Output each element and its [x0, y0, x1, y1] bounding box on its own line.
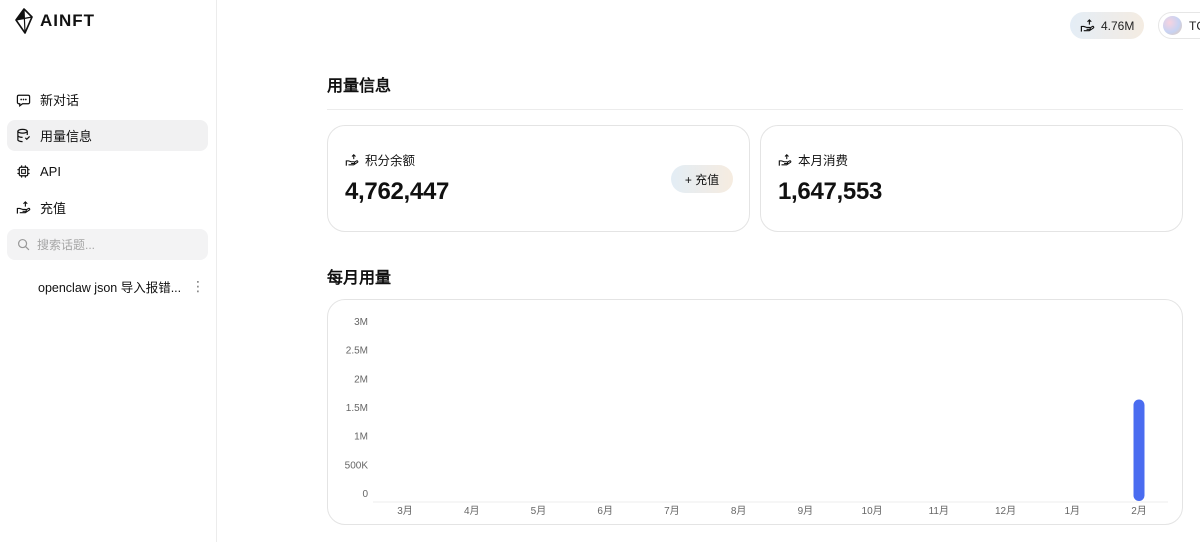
brand-name: AINFT: [40, 11, 96, 30]
app-root: AINFT 新对话 用量信息 API 充值 搜索话题... openclaw j…: [0, 0, 1200, 542]
y-tick-label: 1.5M: [346, 403, 368, 414]
monthly-spend-value: 1,647,553: [778, 178, 883, 205]
credit-balance-value: 4,762,447: [345, 178, 450, 205]
ainft-logo-icon: [15, 8, 33, 34]
user-menu[interactable]: TC: [1158, 12, 1200, 39]
card-label-row: 本月消费: [778, 150, 848, 169]
y-tick-label: 500K: [345, 460, 369, 471]
x-tick-label: 4月: [464, 505, 480, 517]
monthly-spend-card: 本月消费 1,647,553: [760, 125, 1183, 232]
card-label-row: 积分余额: [345, 150, 415, 169]
y-tick-label: 1M: [354, 432, 368, 443]
x-tick-label: 6月: [597, 505, 613, 517]
sidebar-item-label: 充值: [40, 201, 67, 216]
sidebar: AINFT 新对话 用量信息 API 充值 搜索话题... openclaw j…: [0, 0, 217, 542]
y-tick-label: 0: [362, 489, 368, 500]
sidebar-item-new-chat[interactable]: 新对话: [7, 84, 208, 115]
topup-icon: [345, 153, 359, 166]
sidebar-item-label: 用量信息: [40, 129, 93, 144]
bar[interactable]: [1133, 399, 1145, 501]
sidebar-item-label: 新对话: [40, 93, 80, 108]
topup-icon: [16, 201, 31, 214]
brand-logo[interactable]: AINFT: [14, 8, 95, 34]
sidebar-item-label: API: [40, 164, 61, 179]
more-options-icon[interactable]: ⋮: [191, 278, 205, 295]
search-input[interactable]: [37, 237, 197, 252]
balance-card: 积分余额 4,762,447 + 充值: [327, 125, 750, 232]
x-tick-label: 3月: [397, 505, 413, 517]
x-tick-label: 9月: [798, 505, 814, 517]
balance-badge[interactable]: 4.76M: [1070, 12, 1144, 39]
y-tick-label: 2M: [354, 374, 368, 385]
x-tick-label: 5月: [531, 505, 547, 517]
x-tick-label: 10月: [862, 505, 883, 517]
conversation-item[interactable]: openclaw json 导入报错... ⋮: [38, 277, 205, 296]
search-icon: [17, 238, 30, 251]
sidebar-item-api[interactable]: API: [7, 156, 208, 187]
topup-icon: [1080, 19, 1095, 32]
x-tick-label: 7月: [664, 505, 680, 517]
topic-search[interactable]: [7, 229, 208, 260]
card-label: 本月消费: [798, 154, 849, 168]
sidebar-item-topup[interactable]: 充值: [7, 192, 208, 223]
chart-title: 每月用量: [327, 270, 392, 287]
monthly-usage-chart: 0 500K 1M 1.5M 2M 2.5M 3M 3月 4月 5月 6月 7月 8月 9月 10月 11月 1…: [327, 299, 1183, 525]
sidebar-nav: 新对话 用量信息 API 充值: [7, 84, 208, 228]
y-tick-label: 3M: [354, 317, 368, 328]
page-title: 用量信息: [327, 78, 392, 95]
x-tick-label: 12月: [995, 505, 1016, 517]
chip-icon: [17, 165, 30, 178]
x-tick-label: 1月: [1064, 505, 1080, 517]
sidebar-item-usage[interactable]: 用量信息: [7, 120, 208, 151]
user-label: TC: [1189, 18, 1200, 33]
database-icon: [17, 128, 31, 143]
topup-icon: [778, 153, 792, 166]
conversation-title: openclaw json 导入报错...: [38, 281, 182, 295]
chat-bubble-icon: [16, 94, 31, 107]
topup-button[interactable]: + 充值: [671, 165, 733, 193]
x-tick-label: 2月: [1131, 505, 1147, 517]
balance-value: 4.76M: [1101, 18, 1135, 33]
y-tick-label: 2.5M: [346, 346, 368, 357]
x-tick-label: 8月: [731, 505, 747, 517]
bar-chart: 0 500K 1M 1.5M 2M 2.5M 3M 3月 4月 5月 6月 7月 8月 9月 10月 11月 1…: [345, 317, 1168, 517]
avatar: [1163, 16, 1182, 35]
card-label: 积分余额: [365, 154, 416, 168]
x-tick-label: 11月: [929, 505, 949, 517]
divider: [327, 109, 1183, 110]
